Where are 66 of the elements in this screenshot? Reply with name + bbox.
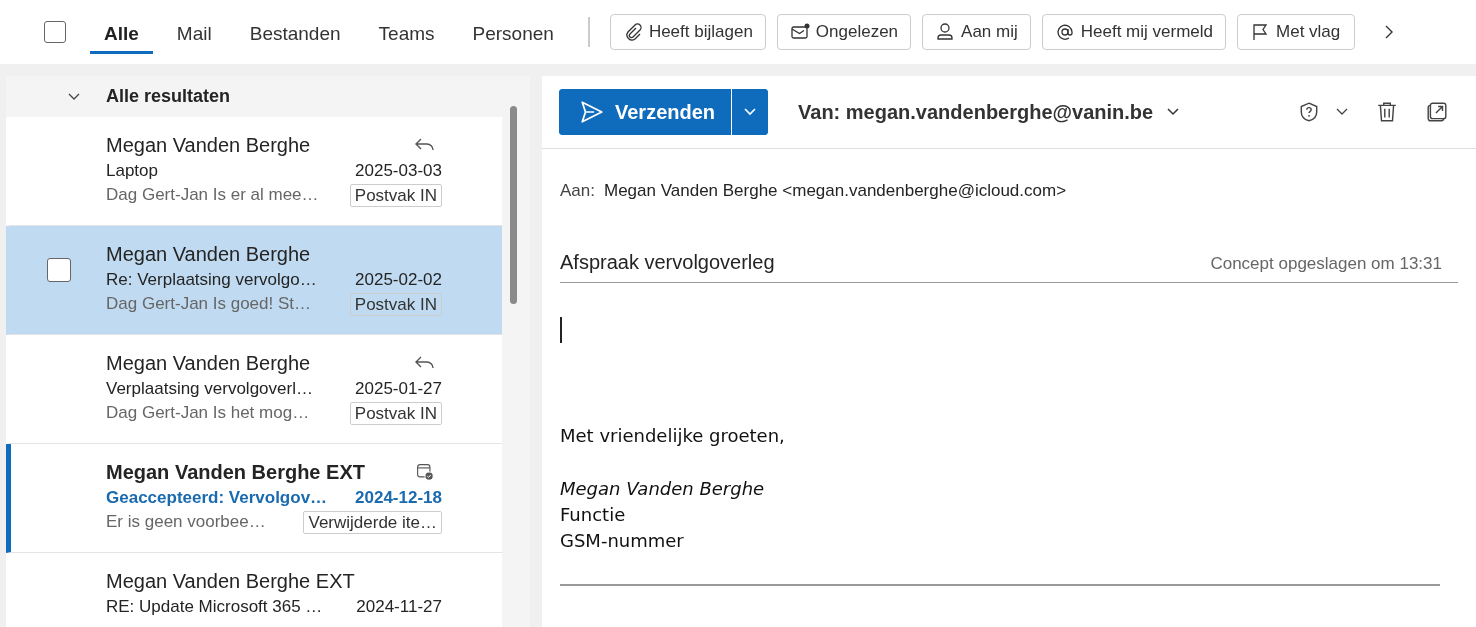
to-label: Aan: — [560, 181, 595, 201]
send-button-group[interactable]: Verzenden — [559, 89, 769, 135]
folder-tag: Postvak IN — [349, 292, 442, 316]
signature-line: Megan Vanden Berghe — [560, 477, 766, 501]
chevron-icon[interactable] — [68, 92, 80, 101]
shield-question-icon[interactable] — [1298, 101, 1320, 123]
message-item[interactable]: Megan Vanden Berghe Laptop 2025-03-03 Dag Gert-Jan Is er al mee… Postvak IN — [6, 117, 502, 226]
filter-chip[interactable]: Ongelezen — [776, 14, 912, 50]
sender-name: Megan Vanden Berghe — [106, 242, 311, 267]
trash-icon[interactable] — [1376, 101, 1398, 123]
message-item[interactable]: Megan Vanden Berghe EXT RE: Update Microsoft 365 … 2024-11-27 — [6, 553, 502, 627]
from-selector[interactable]: Van: megan.vandenberghe@vanin.be — [792, 99, 1186, 125]
draft-saved-status: Concept opgeslagen om 13:31 — [1210, 254, 1442, 274]
message-item[interactable]: Megan Vanden Berghe Re: Verplaatsing vervolgo… 2025-02-02 Dag Gert-Jan Is goed! St… Postvak IN — [6, 226, 502, 335]
send-button[interactable]: Verzenden — [559, 89, 733, 135]
sender-name: Megan Vanden Berghe EXT — [106, 569, 355, 594]
select-all-checkbox[interactable] — [44, 21, 66, 43]
closing-text: Met vriendelijke groeten, — [560, 424, 786, 448]
sender-name: Megan Vanden Berghe — [106, 133, 311, 158]
tab[interactable]: Teams — [364, 16, 449, 54]
tab[interactable]: Personen — [458, 16, 568, 54]
calendar-check-icon — [414, 463, 436, 481]
at-sign-icon — [1054, 22, 1075, 42]
message-checkbox[interactable] — [46, 258, 71, 282]
message-subject: RE: Update Microsoft 365 … — [106, 596, 323, 618]
sender-name: Megan Vanden Berghe — [106, 351, 311, 376]
message-item[interactable]: Megan Vanden Berghe Verplaatsing vervolgoverl… 2025-01-27 Dag Gert-Jan Is het mog… Postvak IN — [6, 335, 502, 444]
envelope-icon — [789, 22, 810, 42]
filter-chip[interactable]: Heeft mij vermeld — [1041, 14, 1227, 50]
message-item[interactable]: Megan Vanden Berghe EXT Geaccepteerd: Vervolgov… 2024-12-18 Er is geen voorbee… Verwijderde ite… — [6, 444, 502, 553]
filter-chip[interactable]: Heeft bijlagen — [609, 14, 766, 50]
person-icon — [935, 22, 956, 42]
tab[interactable]: Mail — [162, 16, 226, 54]
group-header: Alle resultaten — [106, 86, 231, 107]
message-preview: Dag Gert-Jan Is goed! St… — [106, 293, 312, 315]
chevron-down-icon — [744, 108, 757, 116]
tab[interactable]: Bestanden — [235, 16, 355, 54]
message-subject: Geaccepteerd: Vervolgov… — [106, 487, 328, 509]
pop-out-icon[interactable] — [1426, 101, 1448, 123]
subject-field[interactable]: Afspraak vervolgoverleg — [560, 251, 775, 274]
message-date: 2024-11-27 — [356, 596, 442, 618]
message-date: 2025-01-27 — [355, 378, 442, 400]
chevron-down-icon[interactable] — [1336, 108, 1348, 116]
chevron-down-icon — [1167, 108, 1180, 116]
message-preview: Dag Gert-Jan Is er al mee… — [106, 184, 319, 206]
message-date: 2025-03-03 — [355, 160, 442, 182]
filter-chip[interactable]: Aan mij — [922, 14, 1031, 50]
recipient[interactable]: Megan Vanden Berghe <megan.vandenberghe@icloud.com> — [604, 181, 1067, 201]
message-subject: Verplaatsing vervolgoverl… — [106, 378, 313, 400]
message-date: 2024-12-18 — [355, 487, 442, 509]
send-icon — [579, 99, 605, 125]
text-cursor — [560, 317, 562, 343]
signature-line: GSM-nummer — [560, 529, 685, 553]
message-subject: Re: Verplaatsing vervolgo… — [106, 269, 317, 291]
filter-chip[interactable]: Met vlag — [1237, 14, 1356, 50]
sender-name: Megan Vanden Berghe EXT — [106, 460, 365, 485]
tab[interactable]: Alle — [90, 16, 153, 54]
folder-tag: Postvak IN — [349, 401, 442, 425]
folder-tag: Verwijderde ite… — [303, 510, 442, 534]
message-date: 2025-02-02 — [355, 269, 442, 291]
message-subject: Laptop — [106, 160, 158, 182]
folder-tag: Postvak IN — [349, 183, 442, 207]
signature-line: Functie — [560, 503, 627, 527]
message-preview: Dag Gert-Jan Is het mog… — [106, 402, 310, 424]
chevron-right-icon[interactable] — [1383, 24, 1394, 40]
message-preview: Er is geen voorbee… — [106, 511, 266, 533]
